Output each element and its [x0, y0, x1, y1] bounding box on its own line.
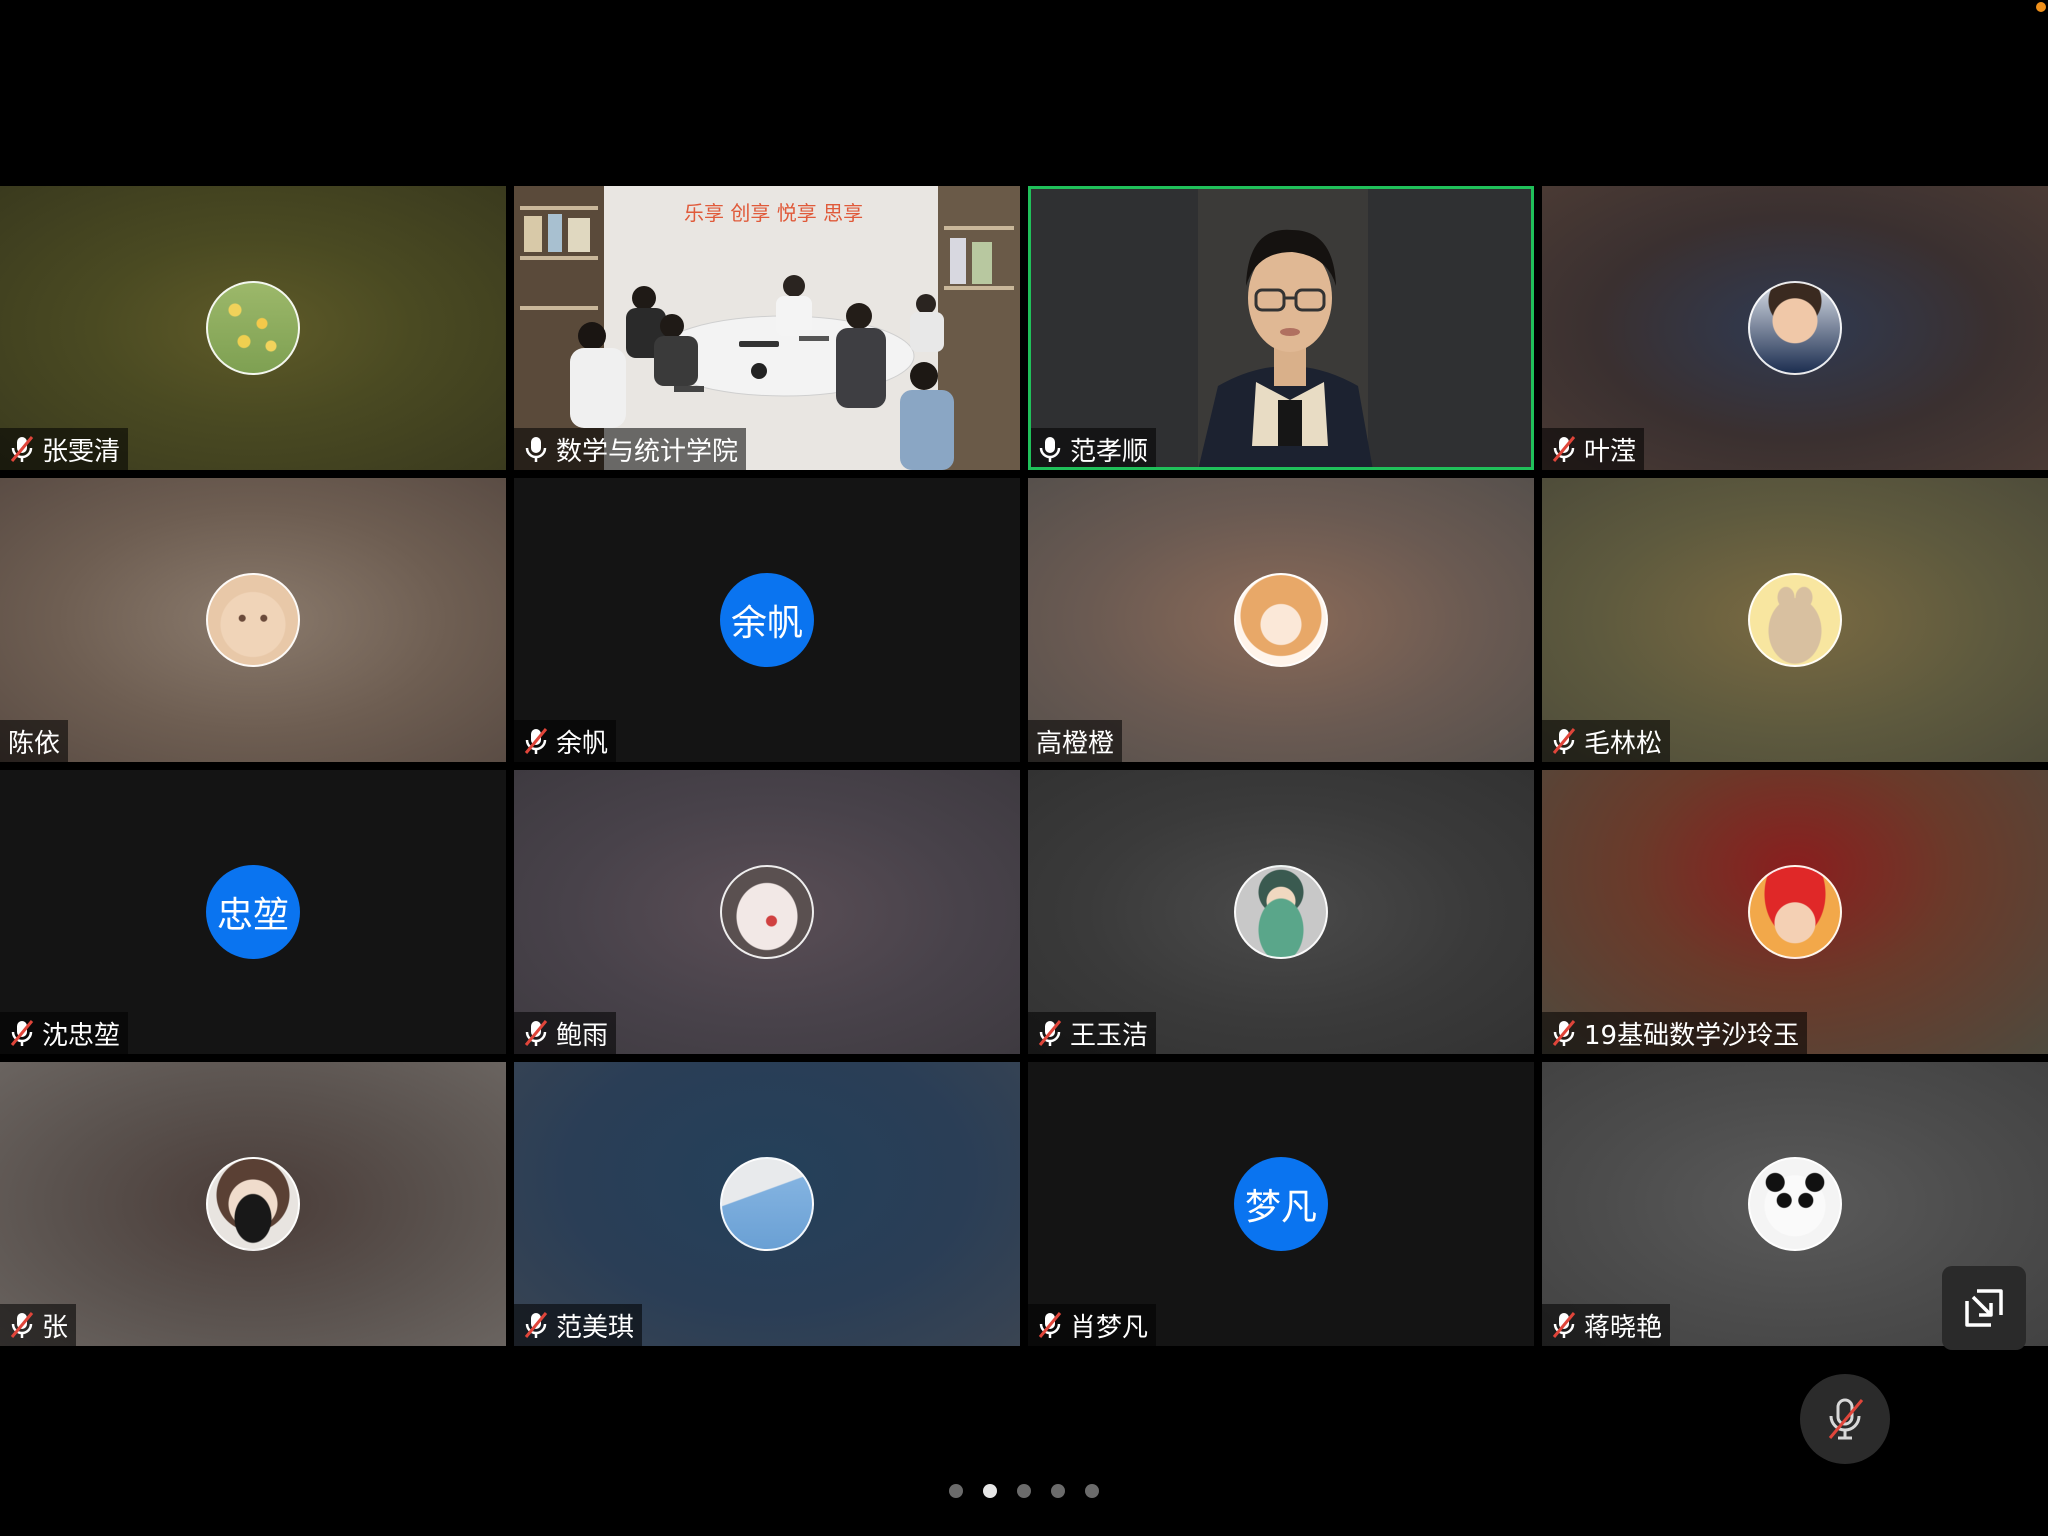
wall-slogan: 乐享 创享 悦享 思享 [684, 201, 863, 225]
participant-name-tag: 张 [0, 1304, 77, 1346]
participant-name-tag: 陈依 [0, 720, 69, 762]
microphone-muted-icon [10, 1020, 34, 1046]
anime-girl-avatar-icon [1234, 573, 1328, 667]
page-dot[interactable] [1085, 1484, 1099, 1498]
participant-tile[interactable]: 毛林松 [1542, 478, 2048, 762]
microphone-muted-icon [1828, 1398, 1864, 1440]
participant-name-tag: 张雯清 [0, 428, 129, 470]
illustration-girl-avatar-icon [720, 865, 814, 959]
participant-tile[interactable]: 张雯清 [0, 186, 506, 470]
participant-name: 数学与统计学院 [556, 436, 739, 467]
participant-name: 张 [42, 1312, 69, 1343]
text-avatar: 余帆 [720, 573, 814, 667]
microphone-muted-icon [1552, 436, 1576, 462]
page-dot[interactable] [1051, 1484, 1065, 1498]
participant-name: 陈依 [8, 728, 61, 759]
participant-name-tag: 范孝顺 [1028, 428, 1157, 470]
participant-tile[interactable]: 忠堃 沈忠堃 [0, 770, 506, 1054]
page-dot[interactable] [1017, 1484, 1031, 1498]
baby-red-hat-avatar-icon [1748, 865, 1842, 959]
microphone-muted-icon [524, 1312, 548, 1338]
participant-tile[interactable]: 叶滢 [1542, 186, 2048, 470]
mute-toggle-button[interactable] [1800, 1374, 1890, 1464]
exit-fullscreen-icon [1965, 1289, 2003, 1327]
microphone-muted-icon [1552, 1312, 1576, 1338]
text-avatar: 梦凡 [1234, 1157, 1328, 1251]
panda-avatar-icon [1748, 1157, 1842, 1251]
text-avatar: 忠堃 [206, 865, 300, 959]
participant-tile[interactable]: 19基础数学沙玲玉 [1542, 770, 2048, 1054]
participant-name: 张雯清 [42, 436, 121, 467]
participant-name: 余帆 [556, 728, 609, 759]
participant-name: 蒋晓艳 [1584, 1312, 1663, 1343]
microphone-muted-icon [1552, 1020, 1576, 1046]
microphone-muted-icon [524, 728, 548, 754]
participant-tile[interactable]: 范美琪 [514, 1062, 1020, 1346]
microphone-icon [525, 437, 547, 462]
participant-name: 王玉洁 [1070, 1020, 1149, 1051]
microphone-muted-icon [524, 1020, 548, 1046]
participant-tile[interactable]: 高橙橙 [1028, 478, 1534, 762]
microphone-muted-icon [1552, 728, 1576, 754]
participant-name-tag: 王玉洁 [1028, 1012, 1157, 1054]
participant-name-tag: 毛林松 [1542, 720, 1671, 762]
masked-girl-avatar-icon [206, 1157, 300, 1251]
cartoon-bun-avatar-icon [206, 573, 300, 667]
participant-name-tag: 沈忠堃 [0, 1012, 129, 1054]
participant-name-tag: 蒋晓艳 [1542, 1304, 1671, 1346]
participant-name-tag: 叶滢 [1542, 428, 1645, 470]
microphone-icon [1039, 437, 1061, 462]
participant-tile[interactable]: 余帆 余帆 [514, 478, 1020, 762]
participant-tile[interactable]: 王玉洁 [1028, 770, 1534, 1054]
participant-name: 毛林松 [1584, 728, 1663, 759]
participant-tile-active-speaker[interactable]: 范孝顺 [1028, 186, 1534, 470]
meeting-gallery-view: 张雯清 乐享 创享 悦享 思享 数学与统计学院 范孝顺 叶滢 陈依 余帆 余帆 … [0, 0, 2048, 1536]
baby-photo-avatar-icon [1748, 281, 1842, 375]
participant-name-tag: 鲍雨 [514, 1012, 617, 1054]
page-dot[interactable] [949, 1484, 963, 1498]
participant-tile[interactable]: 梦凡 肖梦凡 [1028, 1062, 1534, 1346]
participant-grid: 张雯清 乐享 创享 悦享 思享 数学与统计学院 范孝顺 叶滢 陈依 余帆 余帆 … [0, 186, 2048, 1346]
participant-name: 鲍雨 [556, 1020, 609, 1051]
participant-name-tag: 数学与统计学院 [514, 428, 747, 470]
participant-name: 高橙橙 [1036, 728, 1115, 759]
participant-tile[interactable]: 鲍雨 [514, 770, 1020, 1054]
participant-name: 范美琪 [556, 1312, 635, 1343]
participant-name: 叶滢 [1584, 436, 1637, 467]
participant-tile[interactable]: 陈依 [0, 478, 506, 762]
page-dot-current[interactable] [983, 1484, 997, 1498]
participant-name: 19基础数学沙玲玉 [1584, 1020, 1800, 1051]
flower-field-avatar-icon [206, 281, 300, 375]
microphone-muted-icon [1038, 1020, 1062, 1046]
participant-tile[interactable]: 张 [0, 1062, 506, 1346]
participant-name-tag: 肖梦凡 [1028, 1304, 1157, 1346]
cartoon-rabbit-avatar-icon [1748, 573, 1842, 667]
page-indicator [0, 1484, 2048, 1498]
participant-name: 沈忠堃 [42, 1020, 121, 1051]
microphone-muted-icon [10, 1312, 34, 1338]
anime-character-avatar-icon [1234, 865, 1328, 959]
exit-fullscreen-button[interactable] [1942, 1266, 2026, 1350]
participant-name: 肖梦凡 [1070, 1312, 1149, 1343]
participant-name-tag: 19基础数学沙玲玉 [1542, 1012, 1808, 1054]
participant-tile-video[interactable]: 乐享 创享 悦享 思享 数学与统计学院 [514, 186, 1020, 470]
participant-name-tag: 余帆 [514, 720, 617, 762]
recording-status-dot [2036, 2, 2046, 12]
sky-wall-avatar-icon [720, 1157, 814, 1251]
participant-name-tag: 范美琪 [514, 1304, 643, 1346]
participant-name: 范孝顺 [1070, 436, 1149, 467]
participant-name-tag: 高橙橙 [1028, 720, 1123, 762]
microphone-muted-icon [1038, 1312, 1062, 1338]
microphone-muted-icon [10, 436, 34, 462]
